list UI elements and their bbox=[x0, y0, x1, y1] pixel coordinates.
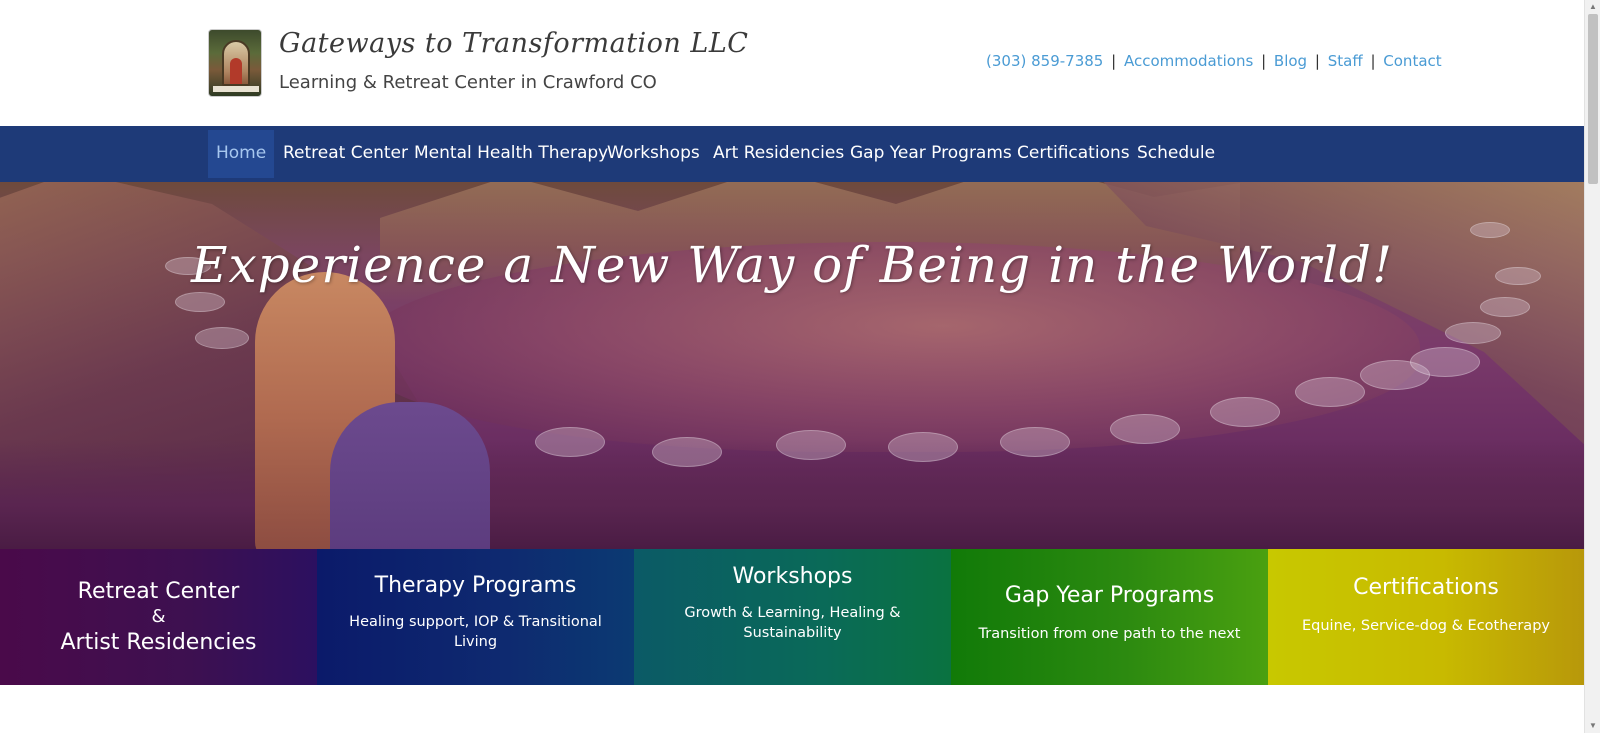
feature-boxes: Retreat Center & Artist Residencies Ther… bbox=[0, 549, 1584, 685]
feature-subtitle: Growth & Learning, Healing & Sustainabil… bbox=[684, 605, 901, 641]
hero-title: Experience a New Way of Being in the Wor… bbox=[190, 236, 1394, 294]
feature-title: Therapy Programs bbox=[374, 573, 577, 598]
site-tagline: Learning & Retreat Center in Crawford CO bbox=[279, 72, 657, 93]
logo-caption-bar bbox=[213, 86, 259, 92]
hero-banner: Experience a New Way of Being in the Wor… bbox=[0, 182, 1584, 549]
hero-stepping-stone bbox=[1110, 414, 1180, 444]
feature-subtitle: Equine, Service-dog & Ecotherapy bbox=[1302, 618, 1550, 634]
feature-retreat-center[interactable]: Retreat Center & Artist Residencies bbox=[0, 549, 317, 685]
feature-title-amp: & bbox=[151, 606, 166, 627]
logo-icon[interactable] bbox=[208, 29, 262, 97]
main-nav: Home Retreat Center Mental Health Therap… bbox=[0, 126, 1584, 182]
hero-stepping-stone bbox=[175, 292, 225, 312]
hero-stepping-stone bbox=[1210, 397, 1280, 427]
scroll-up-icon[interactable]: ▲ bbox=[1585, 0, 1600, 14]
hero-stepping-stone bbox=[1445, 322, 1501, 344]
separator: | bbox=[1111, 52, 1117, 70]
hero-stepping-stone bbox=[776, 430, 846, 460]
scroll-thumb[interactable] bbox=[1588, 14, 1598, 184]
feature-certifications[interactable]: Certifications Equine, Service-dog & Eco… bbox=[1268, 549, 1584, 685]
feature-subtitle: Healing support, IOP & Transitional Livi… bbox=[349, 614, 602, 650]
nav-item-gap-year-programs[interactable]: Gap Year Programs bbox=[842, 130, 1020, 178]
site-header: Gateways to Transformation LLC Learning … bbox=[0, 0, 1584, 126]
hero-stepping-stone bbox=[652, 437, 722, 467]
feature-title: Artist Residencies bbox=[60, 630, 257, 655]
feature-title: Workshops bbox=[732, 564, 853, 589]
nav-item-art-residencies[interactable]: Art Residencies bbox=[705, 130, 852, 178]
feature-title: Retreat Center bbox=[77, 579, 240, 604]
separator: | bbox=[1314, 52, 1320, 70]
hero-stepping-stone bbox=[195, 327, 249, 349]
separator: | bbox=[1261, 52, 1267, 70]
phone-link[interactable]: (303) 859-7385 bbox=[986, 52, 1103, 70]
separator: | bbox=[1370, 52, 1376, 70]
contact-link[interactable]: Contact bbox=[1383, 52, 1441, 70]
feature-gap-year-programs[interactable]: Gap Year Programs Transition from one pa… bbox=[951, 549, 1268, 685]
blog-link[interactable]: Blog bbox=[1274, 52, 1307, 70]
hero-woman-hoodie bbox=[330, 402, 490, 549]
hero-stepping-stone bbox=[1295, 377, 1365, 407]
feature-therapy-programs[interactable]: Therapy Programs Healing support, IOP & … bbox=[317, 549, 634, 685]
hero-stepping-stone bbox=[888, 432, 958, 462]
feature-title: Certifications bbox=[1353, 575, 1499, 600]
top-links: (303) 859-7385 | Accommodations | Blog |… bbox=[986, 52, 1442, 70]
nav-item-certifications[interactable]: Certifications bbox=[1009, 130, 1138, 178]
hero-stepping-stone bbox=[1000, 427, 1070, 457]
logo-door-shape bbox=[230, 58, 242, 84]
feature-title: Gap Year Programs bbox=[1004, 583, 1215, 608]
nav-item-schedule[interactable]: Schedule bbox=[1129, 130, 1223, 178]
feature-workshops[interactable]: Workshops Growth & Learning, Healing & S… bbox=[634, 549, 951, 685]
hero-stepping-stone bbox=[1410, 347, 1480, 377]
feature-subtitle: Transition from one path to the next bbox=[978, 626, 1241, 642]
hero-stepping-stone bbox=[1480, 297, 1530, 317]
hero-stepping-stone bbox=[535, 427, 605, 457]
nav-item-mental-health-therapy[interactable]: Mental Health Therapy bbox=[406, 130, 616, 178]
site-title[interactable]: Gateways to Transformation LLC bbox=[279, 28, 748, 59]
page-scrollbar[interactable]: ▲ ▼ bbox=[1584, 0, 1600, 733]
staff-link[interactable]: Staff bbox=[1328, 52, 1363, 70]
scroll-down-icon[interactable]: ▼ bbox=[1585, 719, 1600, 733]
nav-item-retreat-center[interactable]: Retreat Center bbox=[275, 130, 416, 178]
nav-item-workshops[interactable]: Workshops bbox=[599, 130, 708, 178]
nav-item-home[interactable]: Home bbox=[208, 130, 275, 178]
accommodations-link[interactable]: Accommodations bbox=[1124, 52, 1253, 70]
